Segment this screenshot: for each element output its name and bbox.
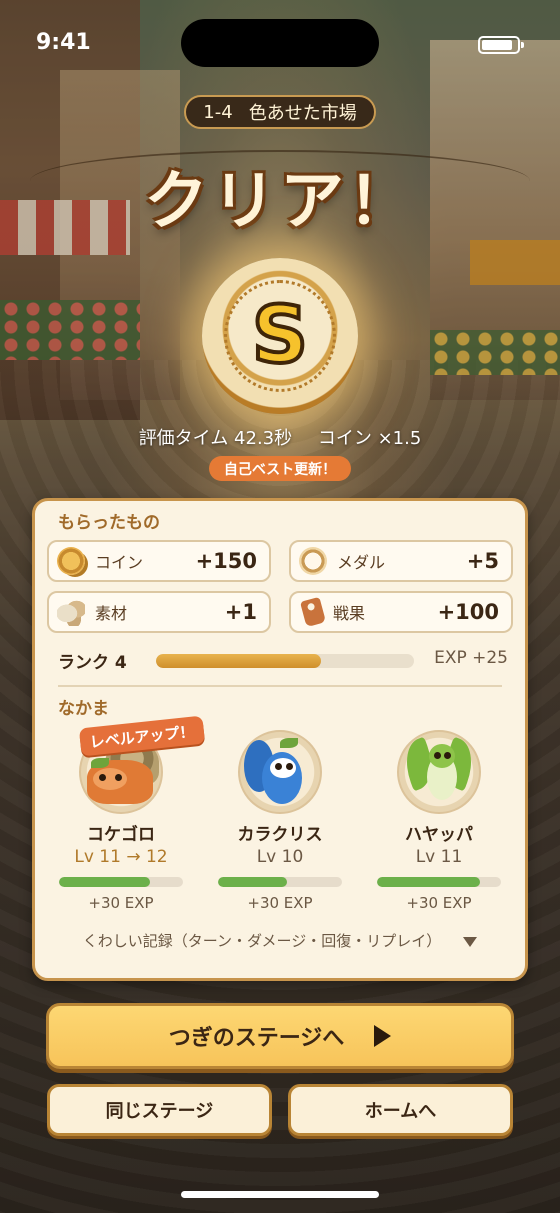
reward-label: コイン (95, 553, 144, 572)
dynamic-island (181, 19, 379, 67)
eval-time: 評価タイム 42.3秒 (138, 428, 293, 449)
member-exp-gain: +30 EXP (247, 894, 313, 912)
party-member-hayappa[interactable]: ハヤッパ Lv 11 +30 EXP (366, 730, 512, 912)
member-level: Lv 10 (256, 847, 304, 867)
reward-material: 素材 +1 (47, 591, 271, 633)
home-indicator (181, 1191, 379, 1198)
clear-title: クリア！ (144, 165, 416, 239)
next-stage-button[interactable]: つぎのステージへ (46, 1003, 514, 1069)
grade-medal-icon: S (202, 258, 358, 414)
reward-value: +150 (195, 549, 257, 573)
member-level: Lv 11 (415, 847, 463, 867)
coin-multiplier: コイン ×1.5 (317, 428, 422, 449)
coin-icon (57, 547, 85, 575)
member-exp-bar (218, 877, 342, 887)
member-exp-gain: +30 EXP (88, 894, 154, 912)
personal-best-badge: 自己ベスト更新！ (209, 456, 351, 481)
divider (58, 685, 502, 687)
next-stage-label: つぎのステージへ (168, 1026, 345, 1051)
evaluation-line: 評価タイム 42.3秒 コイン ×1.5 (0, 424, 560, 450)
reward-spoils: 戦果 +100 (289, 591, 513, 633)
party-member-karakuris[interactable]: カラクリス Lv 10 +30 EXP (207, 730, 353, 912)
member-name: カラクリス (237, 825, 323, 845)
grade-letter: S (250, 289, 310, 383)
reward-medal: メダル +5 (289, 540, 513, 582)
reward-value: +1 (224, 600, 257, 624)
reward-value: +5 (466, 549, 499, 573)
expand-triangle-icon (463, 936, 478, 947)
clock: 9:41 (36, 30, 91, 55)
member-level: Lv 11 → 12 (74, 847, 168, 867)
material-icon (57, 598, 85, 626)
reward-label: 素材 (95, 604, 128, 623)
spoils-tag-icon (299, 596, 327, 628)
reward-value: +100 (437, 600, 499, 624)
member-exp-fill (218, 877, 288, 887)
reward-coin: コイン +150 (47, 540, 271, 582)
details-label: くわしい記録（ターン・ダメージ・回復・リプレイ） (82, 932, 442, 950)
reward-label: メダル (337, 553, 386, 572)
member-exp-gain: +30 EXP (406, 894, 472, 912)
battery-icon (478, 36, 524, 54)
member-exp-fill (59, 877, 150, 887)
party-member-kokegoro[interactable]: コケゴロ Lv 11 → 12 +30 EXP (48, 730, 194, 912)
medal-icon (299, 547, 327, 575)
stage-name: 色あせた市場 (248, 103, 357, 124)
rank-progress-bar (156, 654, 414, 668)
stage-number: 1-4 (203, 101, 233, 123)
details-link[interactable]: くわしい記録（ターン・ダメージ・回復・リプレイ） (0, 930, 560, 951)
rank-progress-fill (156, 654, 322, 668)
rank-label: ランク 4 (58, 653, 127, 673)
rewards-section-label: もらったもの (58, 513, 160, 533)
hayappa-avatar (397, 730, 481, 814)
status-bar: 9:41 (0, 0, 560, 90)
member-exp-bar (377, 877, 501, 887)
retry-stage-button[interactable]: 同じステージ (47, 1084, 272, 1136)
rank-exp: EXP +25 (434, 648, 508, 668)
karakuris-avatar (238, 730, 322, 814)
member-name: ハヤッパ (405, 825, 473, 845)
member-exp-fill (377, 877, 480, 887)
stage-label: 1-4 色あせた市場 (184, 95, 376, 129)
member-name: コケゴロ (87, 825, 155, 845)
play-arrow-icon (374, 1025, 392, 1047)
home-button[interactable]: ホームへ (288, 1084, 513, 1136)
reward-label: 戦果 (333, 604, 366, 623)
member-exp-bar (59, 877, 183, 887)
party-section-label: なかま (58, 699, 109, 719)
